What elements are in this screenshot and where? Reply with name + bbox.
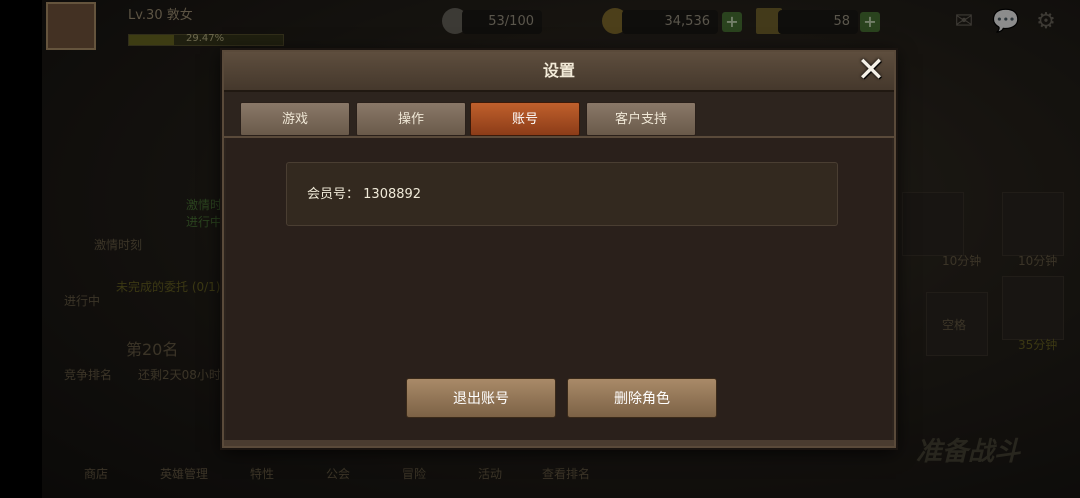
player-name: 敦女: [166, 8, 193, 23]
bottom-nav-guild[interactable]: 公会: [308, 465, 368, 482]
mail-icon[interactable]: ✉: [950, 10, 978, 34]
chat-icon[interactable]: 💬: [992, 10, 1020, 34]
dialog-title: 设置: [542, 61, 575, 80]
member-id-value: 1308892: [363, 187, 422, 202]
member-id-row: 会员号： 1308892: [307, 163, 421, 227]
chest-timer: 10分钟: [1018, 254, 1058, 268]
player-avatar[interactable]: [46, 2, 96, 50]
exp-text: 29.47%: [186, 33, 225, 44]
rank-sub: 还剩2天08小时: [138, 368, 221, 382]
tab-support[interactable]: 客户支持: [586, 102, 696, 136]
small-timer: 35分钟: [1018, 338, 1058, 352]
player-level: Lv.30: [128, 8, 163, 23]
dialog-titlebar: 设置 ✕: [224, 52, 894, 92]
add-gem-button[interactable]: +: [860, 12, 880, 32]
gold-value: 34,536: [622, 10, 718, 34]
account-panel: 会员号： 1308892 退出账号 删除角色: [226, 138, 892, 440]
rank-text: 第20名: [126, 340, 179, 359]
close-x-icon[interactable]: ✕: [854, 53, 888, 88]
empty-slot-label: 空格: [942, 318, 967, 332]
member-id-label: 会员号：: [307, 187, 360, 202]
quest-status: 进行中: [64, 294, 101, 308]
bottom-nav-ranking[interactable]: 查看排名: [536, 465, 596, 482]
gear-icon[interactable]: ⚙: [1032, 10, 1060, 34]
logout-button[interactable]: 退出账号: [406, 378, 556, 418]
bottom-nav-traits[interactable]: 特性: [232, 465, 292, 482]
bottom-nav-adventure[interactable]: 冒险: [384, 465, 444, 482]
settings-dialog: 设置 ✕ 游戏 操作 账号 客户支持 会员号： 1308892 退出账号 删除角…: [222, 50, 896, 448]
quest-text: 未完成的委托 (0/1): [116, 280, 221, 294]
exp-bar-fill: [129, 35, 175, 45]
member-info-box: 会员号： 1308892: [286, 162, 838, 226]
chest-slot[interactable]: [1002, 276, 1064, 340]
tab-game[interactable]: 游戏: [240, 102, 350, 136]
dialog-bottom-border: [224, 440, 894, 446]
timer-status: 激情时 进行中: [186, 198, 223, 229]
battle-button[interactable]: 准备战斗: [916, 431, 1020, 468]
rank-label: 竞争排名: [64, 368, 113, 382]
timer-label: 激情时刻: [94, 238, 143, 252]
player-level-name: Lv.30 敦女: [128, 4, 193, 23]
bottom-nav-shop[interactable]: 商店: [66, 465, 126, 482]
stamina-value: 53/100: [462, 10, 542, 34]
gem-value: 58: [778, 10, 858, 34]
add-gold-button[interactable]: +: [722, 12, 742, 32]
bottom-nav-events[interactable]: 活动: [460, 465, 520, 482]
tab-account[interactable]: 账号: [470, 102, 580, 136]
chest-timer: 10分钟: [942, 254, 982, 268]
bottom-nav-heroes[interactable]: 英雄管理: [154, 465, 214, 482]
tab-controls[interactable]: 操作: [356, 102, 466, 136]
chest-slot[interactable]: [1002, 192, 1064, 256]
chest-slot[interactable]: [902, 192, 964, 256]
delete-character-button[interactable]: 删除角色: [567, 378, 717, 418]
